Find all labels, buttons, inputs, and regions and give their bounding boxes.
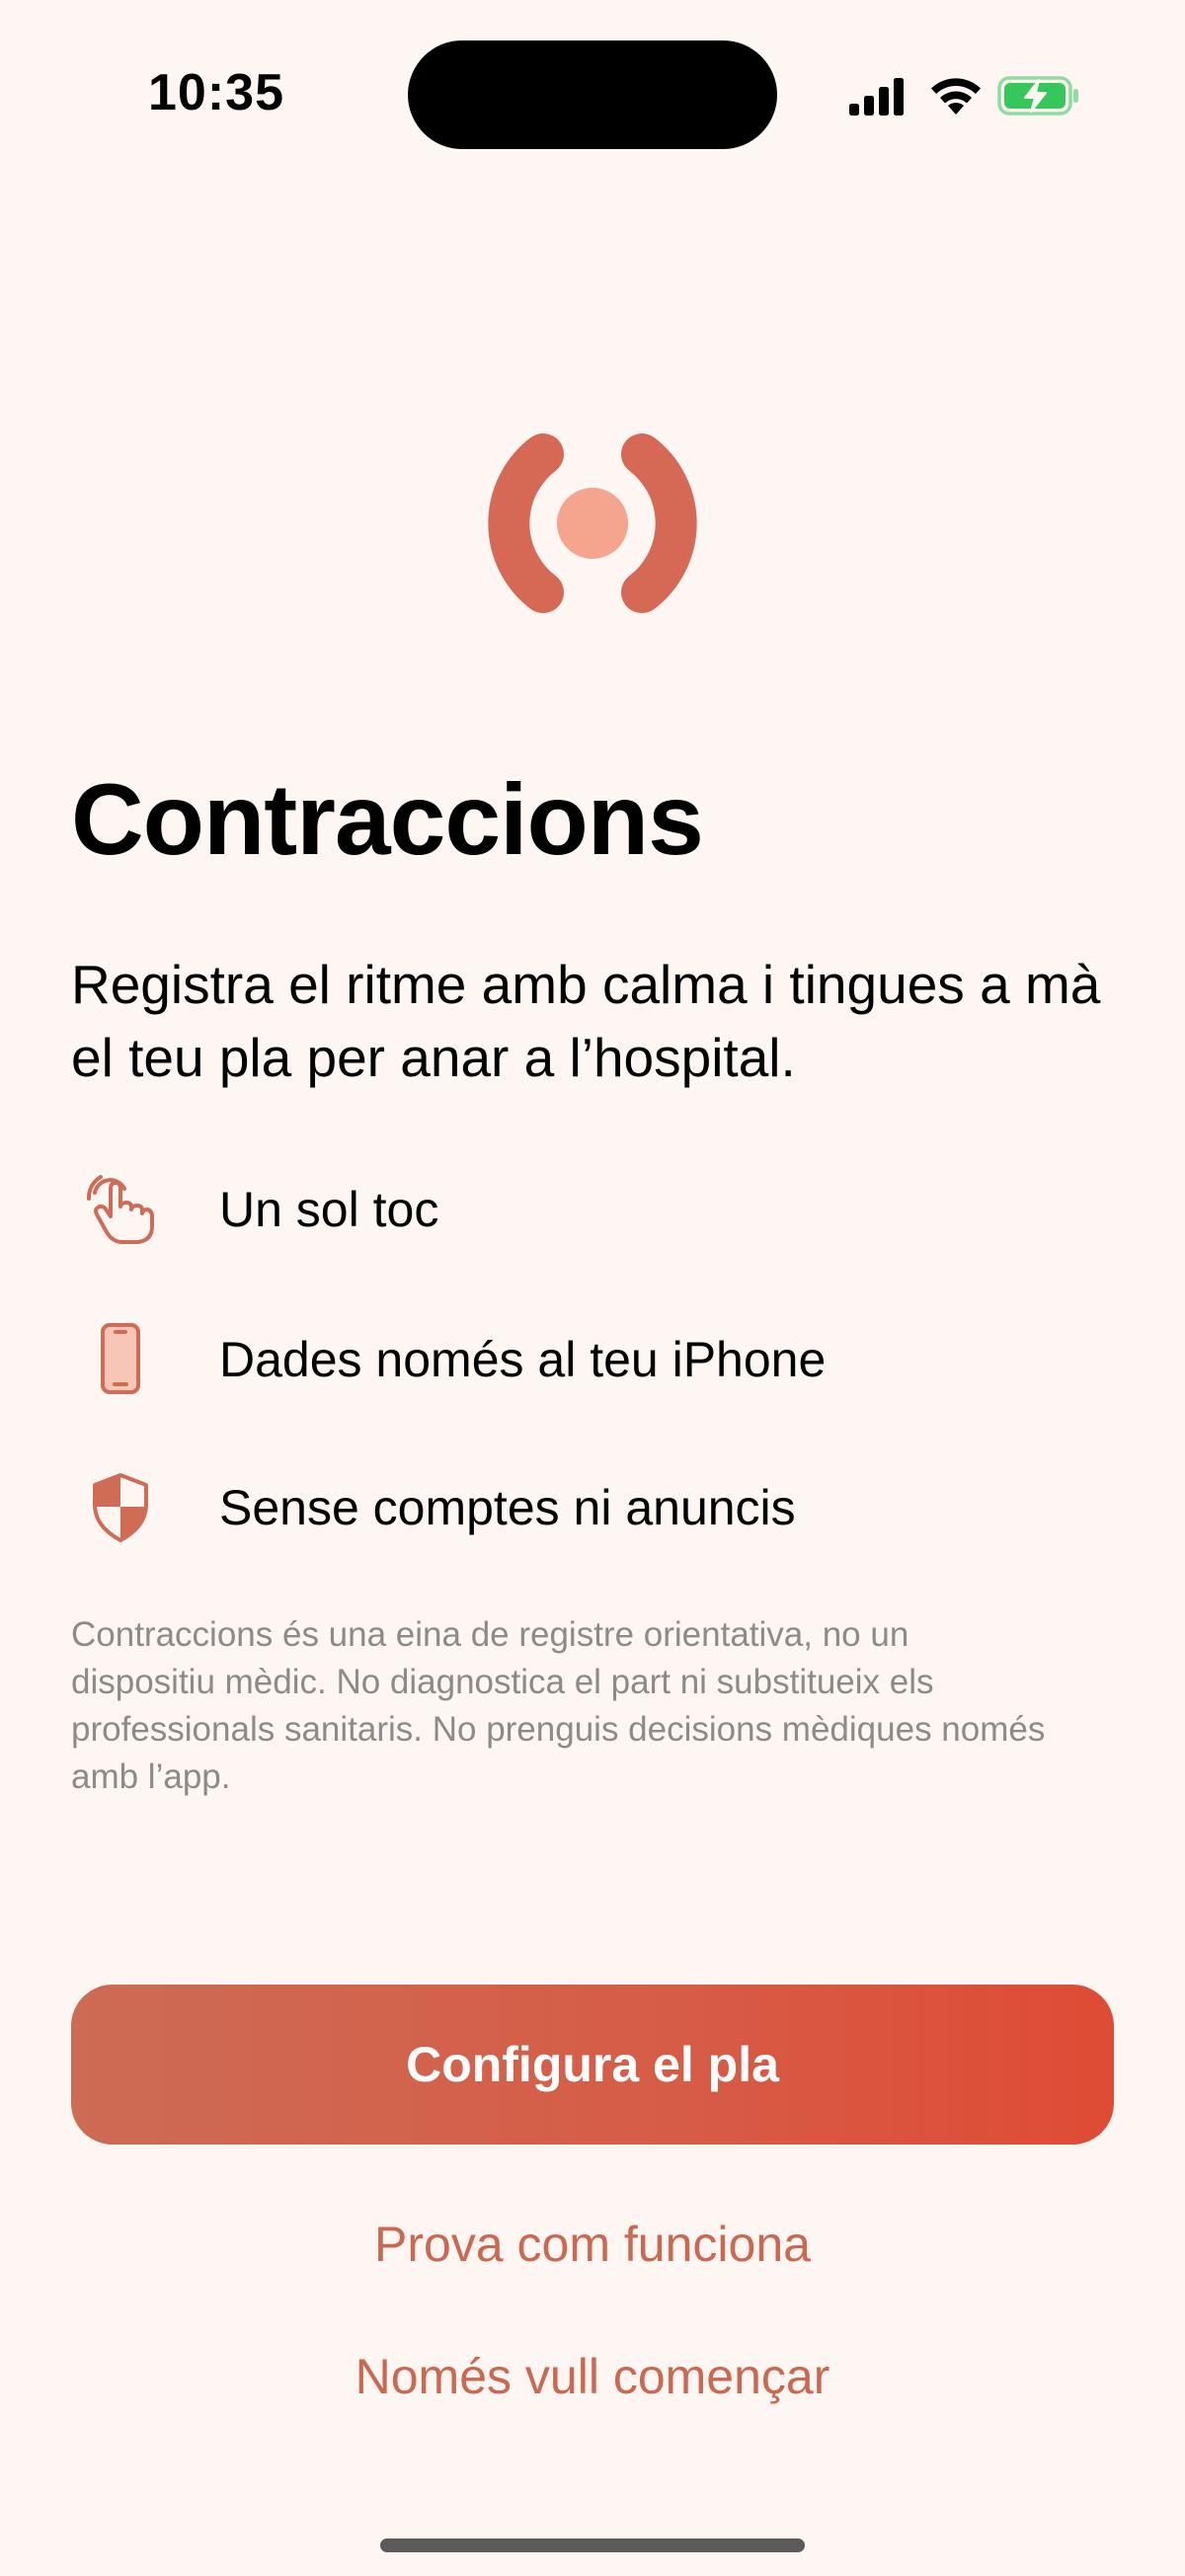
pulse-logo-icon <box>488 433 697 613</box>
tap-hand-icon <box>86 1175 154 1244</box>
status-bar: 10:35 <box>0 0 1185 188</box>
feature-label: Dades només al teu iPhone <box>219 1332 827 1387</box>
status-icons <box>847 69 1084 122</box>
wifi-icon <box>931 78 981 115</box>
feature-label: Sense comptes ni anuncis <box>219 1480 796 1535</box>
shield-icon <box>93 1473 148 1542</box>
configure-plan-button[interactable]: Configura el pla <box>71 1985 1114 2145</box>
status-time: 10:35 <box>148 64 284 121</box>
feature-one-tap: Un sol toc <box>71 1159 1118 1258</box>
feature-label: Un sol toc <box>219 1182 439 1237</box>
page-title: Contraccions <box>71 763 704 876</box>
feature-no-accounts: Sense comptes ni anuncis <box>71 1457 1118 1556</box>
phone-icon <box>101 1323 140 1394</box>
try-it-button[interactable]: Prova com funciona <box>0 2200 1185 2289</box>
medical-disclaimer: Contraccions és una eina de registre ori… <box>71 1615 1046 1796</box>
dynamic-island <box>408 40 777 149</box>
battery-charging-icon <box>997 76 1078 116</box>
home-indicator[interactable] <box>380 2538 805 2552</box>
page-subtitle: Registra el ritme amb calma i tingues a … <box>71 954 1101 1088</box>
feature-local-data: Dades només al teu iPhone <box>71 1309 1118 1408</box>
cellular-signal-icon <box>849 78 904 116</box>
just-start-button[interactable]: Només vull començar <box>0 2332 1185 2421</box>
